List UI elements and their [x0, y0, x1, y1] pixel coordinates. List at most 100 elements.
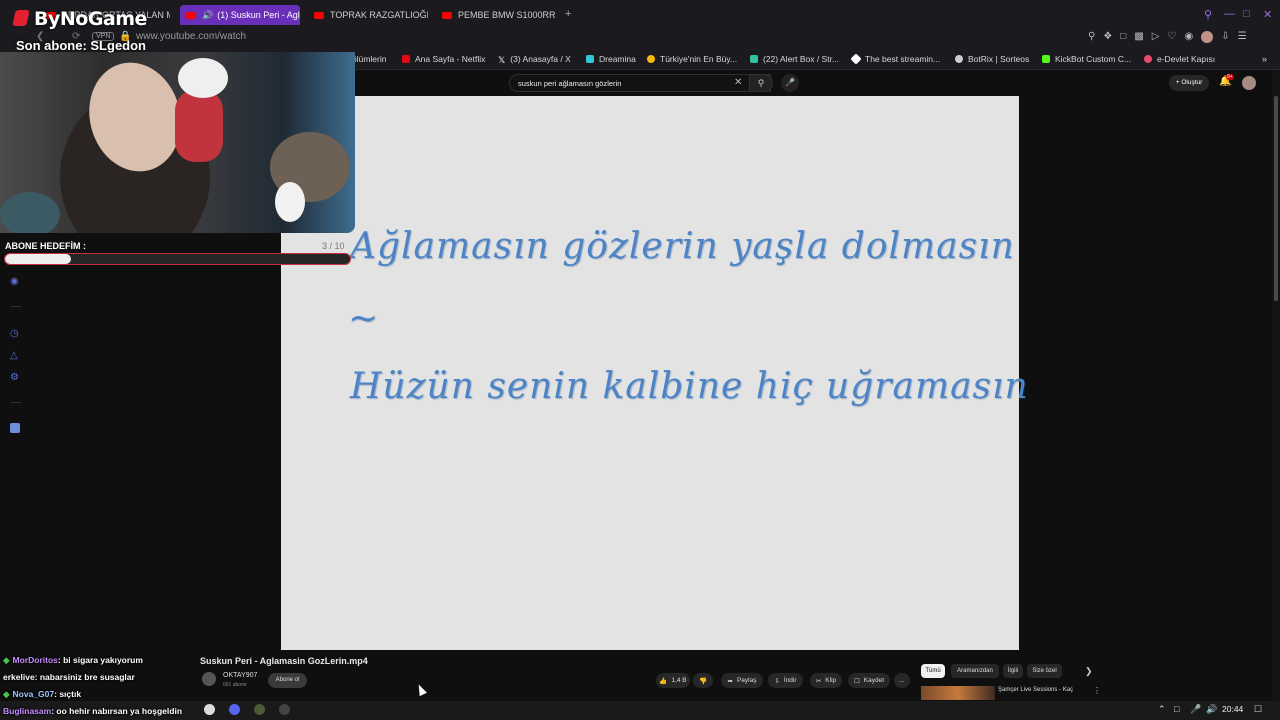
display-icon[interactable]: □ — [1174, 704, 1179, 714]
kick-icon — [1042, 55, 1050, 63]
x-icon: 𝕏 — [498, 55, 506, 65]
history-icon[interactable]: ◷ — [10, 328, 19, 339]
channel-name[interactable]: OKTAY907 — [223, 672, 257, 679]
zoom-icon[interactable]: ⚲ — [1088, 31, 1095, 43]
bookmark-label: (3) Anasayfa / X — [510, 54, 571, 64]
scrollbar-thumb[interactable] — [1274, 96, 1278, 301]
microphone-icon[interactable]: 🎤 — [1190, 704, 1201, 715]
download-button[interactable]: ⇩ İndir — [768, 673, 803, 688]
app-tile-icon[interactable] — [10, 423, 20, 433]
recommended-video-title[interactable]: Şamçer Live Sessions - Kaç — [998, 687, 1073, 693]
search-input[interactable]: suskun peri ağlamasın gözlerin — [509, 74, 771, 92]
bookmark-item[interactable]: Ana Sayfa - Netflix — [402, 54, 485, 64]
edevlet-icon — [1144, 55, 1152, 63]
clip-label: Klip — [825, 677, 837, 684]
sidebar-divider — [11, 306, 21, 307]
bookmark-item[interactable]: e-Devlet Kapısı — [1144, 54, 1215, 64]
bookmark-item[interactable]: Türkiye'nin En Büy... — [647, 54, 737, 64]
download-icon[interactable]: ⇩ — [1221, 31, 1229, 43]
bookmark-item[interactable]: ölümlerin — [352, 54, 387, 64]
chat-text: : oo hehir nabırsan ya hoşgeldin — [51, 706, 183, 716]
download-icon: ⇩ — [774, 677, 780, 685]
recommended-video-thumbnail[interactable] — [921, 686, 995, 700]
chip-for-you[interactable]: Size özel — [1027, 664, 1062, 678]
share-button[interactable]: ➦ Paylaş — [721, 673, 763, 688]
bynogame-logo: ByNoGame — [34, 8, 147, 30]
chat-username: Buglinasam — [3, 706, 52, 716]
obs-icon[interactable] — [279, 704, 290, 715]
diamond-icon: ◆ — [3, 655, 10, 665]
chip-from-search[interactable]: Aramanızdan — [951, 664, 999, 678]
chat-message: Buglinasam: oo hehir nabırsan ya hoşgeld… — [3, 706, 182, 716]
search-icon[interactable]: ⚲ — [1204, 8, 1212, 21]
channel-avatar[interactable] — [202, 672, 216, 686]
youtube-icon — [186, 11, 196, 19]
dislike-button[interactable]: 👎 — [693, 673, 713, 688]
browser-tab-2[interactable]: 🔊 (1) Suskun Peri - Agla — [180, 5, 300, 25]
recommended-more-icon[interactable]: ⋮ — [1093, 686, 1101, 695]
new-tab-button[interactable]: + — [565, 8, 571, 20]
close-icon[interactable]: ✕ — [1263, 8, 1272, 21]
chat-text: : sıçtık — [54, 689, 82, 699]
thumbs-down-icon: 👎 — [698, 677, 708, 685]
bookmarks-overflow-icon[interactable]: » — [1262, 54, 1267, 64]
subscriptions-icon[interactable]: ◉ — [10, 276, 19, 287]
search-button[interactable]: ⚲ — [749, 74, 773, 92]
play-icon[interactable]: ▷ — [1152, 31, 1160, 43]
clip-button[interactable]: ✂ Klip — [810, 673, 842, 688]
minimize-icon[interactable]: — — [1224, 8, 1235, 20]
create-label: Oluştur — [1181, 79, 1203, 86]
voice-search-button[interactable]: 🎤 — [781, 74, 799, 92]
chips-next-icon[interactable]: ❯ — [1085, 666, 1093, 677]
bookmark-item[interactable]: The best streamin... — [850, 53, 940, 65]
like-button[interactable]: 👍 1,4 B — [656, 673, 690, 688]
menu-icon[interactable]: ☰ — [1238, 31, 1247, 43]
volume-icon[interactable]: 🔊 — [1206, 704, 1217, 715]
download-label: İndir — [783, 677, 797, 684]
maximize-icon[interactable]: □ — [1243, 8, 1250, 20]
url-field[interactable]: www.youtube.com/watch — [136, 31, 246, 42]
dreamina-icon — [586, 55, 594, 63]
playlist-icon[interactable]: △ — [10, 350, 18, 361]
account-avatar[interactable] — [1242, 76, 1256, 90]
bookmark-item[interactable]: 𝕏 (3) Anasayfa / X — [498, 54, 571, 65]
heart-icon[interactable]: ♡ — [1168, 31, 1177, 43]
notification-center-icon[interactable]: ☐ — [1254, 704, 1262, 715]
stream-icon — [850, 53, 862, 65]
browser-tab-3[interactable]: TOPRAK RAZGATLIOĞLU — [308, 5, 428, 25]
settings-gear-icon[interactable]: ⚙ — [10, 372, 19, 383]
bookmark-item[interactable]: Dreamina — [586, 54, 636, 64]
botrix-icon — [955, 55, 963, 63]
chip-related[interactable]: İlgili — [1003, 664, 1023, 678]
browser-tab-4[interactable]: PEMBE BMW S1000RR İL — [436, 5, 556, 25]
discord-icon[interactable] — [229, 704, 240, 715]
bookmark-item[interactable]: (22) Alert Box / Str... — [750, 54, 839, 64]
tray-overflow-icon[interactable]: ⌃ — [1158, 704, 1166, 715]
bookmark-label: Dreamina — [599, 54, 636, 64]
extensions-icon[interactable]: ◉ — [1184, 31, 1193, 43]
app-icon[interactable] — [254, 704, 265, 715]
pin-icon[interactable]: ❖ — [1103, 31, 1112, 43]
chat-username: Nova_G07 — [12, 689, 55, 699]
save-button[interactable]: ☐ Kaydet — [848, 673, 890, 688]
more-actions-button[interactable]: ... — [894, 673, 910, 688]
chrome-icon[interactable] — [204, 704, 215, 715]
channel-subscriber-count: 661 abone — [223, 682, 247, 688]
subscribe-button[interactable]: Abone ol — [268, 673, 307, 688]
taskbar-clock[interactable]: 20:44 — [1222, 704, 1243, 714]
bookmark-item[interactable]: KickBot Custom C... — [1042, 54, 1131, 64]
screenshot-icon[interactable]: □ — [1120, 31, 1126, 43]
clear-search-icon[interactable]: ✕ — [734, 77, 742, 88]
browser-toolbar: ⚲ ❖ □ ▩ ▷ ♡ ◉ ⇩ ☰ — [1088, 31, 1247, 43]
chip-all[interactable]: Tümü — [921, 664, 945, 678]
subscriber-goal-fill — [5, 254, 71, 264]
create-button[interactable]: + Oluştur — [1169, 75, 1209, 91]
chat-message: erkelive: nabarsiniz bre susaglar — [3, 672, 135, 682]
cube-icon[interactable]: ▩ — [1134, 31, 1143, 43]
share-icon: ➦ — [727, 677, 733, 685]
scissors-icon: ✂ — [815, 677, 822, 685]
speaker-icon: 🔊 — [202, 9, 214, 20]
netflix-icon — [402, 55, 410, 63]
profile-avatar[interactable] — [1201, 31, 1214, 43]
bookmark-item[interactable]: BotRix | Sorteos — [955, 54, 1029, 64]
